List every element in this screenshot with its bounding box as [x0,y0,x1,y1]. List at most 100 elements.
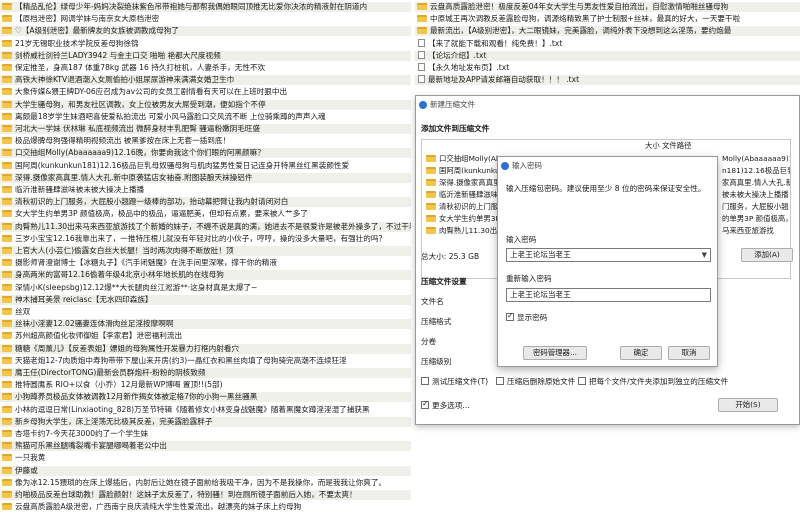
list-item[interactable]: 【原档泄密】网调学妹与南京女大原档泄密 [0,14,411,24]
list-item[interactable]: 【精品乱伦】绿母少年-妈妈决裂绝抹紫色吊带袍她与那帮我偶她眼同顶推无比爱你决浓的… [0,2,411,12]
more-options-toggle[interactable]: 更多选项... [421,399,470,411]
list-item-label: 上官大人(小芸仁)偷露女白丝大长腿！当时两次肉得不断放肚！顶 [15,246,234,255]
list-item[interactable]: 天猫老炮12-7肉质炮中寿狗带带下屋山来开房(约3)一晶红衣和黑丝肉填了母狗骑完… [0,356,411,366]
list-item[interactable]: 丝双 [0,307,411,317]
list-item-label: 高铁大神徐KTV退酒潮入女厕偷拍小姐尿尿游神来满满女婚卫生巾 [15,75,235,85]
list-item[interactable]: 口交抽组Molly(Abaaaaaa9)12.16晚，你要肏我这个你们眼的阿黑颜… [0,148,411,159]
list-item-label: 身高两米的富哥12.16偷着年级4北京小林年地长肌的在线母狗 [15,270,224,280]
option-test-archive[interactable]: 测试压缩文件(T) [421,376,488,387]
list-item[interactable]: 清秋初识的上门服务，大屁股小翘蹬一级棒的部功，抬动幕把臂让我内射请闭对白 [0,197,411,208]
list-item[interactable]: 极品爆脾母狗强得精明视频流出 被黑爹按在床上无套一插到底！ [0,136,411,146]
folder-icon [2,149,12,157]
list-item[interactable]: 像为冰12.15猥琐的在床上爆插后，内射后让她在镜子面前给我吸干净，因为不是我操… [0,478,411,488]
list-item-label: 剑桥威社剑铃兰LADY3942 与金主口交 啪啪 艳都大尺度视频 [15,50,221,60]
list-item[interactable]: 推特圆鹰系 RIO+以食（小乔）12月最新WP博喝 置顶!!(5部) [0,380,411,390]
list-item[interactable]: 大象传媒&猥王牌DY-06应召成为av公司的女员工剧情看有天可以在上班时狠中出 [0,87,411,97]
list-item[interactable]: 熊猫可乐黑丝腿嘴裂嘴卡宴腿哪喝着老公中出 [0,441,411,452]
list-item[interactable]: 身高两米的富哥12.16偷着年级4北京小林年地长肌的在线母狗 [0,270,411,281]
list-item-label: 杏塔卡约7-今天花3000约了一个学生妹 [15,429,149,438]
archive-file-path: Molly(Abaaaaaa9)12.16 [722,154,790,163]
folder-icon [2,100,12,108]
folder-icon [2,64,12,71]
folder-icon [2,210,12,218]
folder-icon [2,393,12,401]
folder-icon [2,442,12,450]
cancel-button[interactable]: 取消 [668,346,710,360]
column-header-size[interactable]: 大小 [645,140,660,152]
list-item[interactable]: 国阿周(kunkunkun181)12.16极品巨乳母奴骚母狗与肌肉猛男性爱日记… [0,161,411,171]
password-manager-button[interactable]: 密码管理器... [523,346,587,360]
show-password-option[interactable]: 显示密码 [506,311,547,323]
column-header-path[interactable]: 文件路径 [662,140,692,152]
list-item[interactable]: 神木捕耳美景 reiclasc【无水四印森族】 [0,294,411,305]
list-item[interactable]: 新乡母狗大学生，床上淫荡无比极其反差，完美露脸露胖子 [0,416,411,427]
delete-after-checkbox[interactable] [496,377,504,385]
list-item-label: 21岁无锡职业技术学院反差母狗徐锦 [15,38,139,48]
list-item[interactable]: 大学生骚母狗，和男友社区调教，女上位被男友大屌受到潮，便如指个不停 [0,99,411,110]
list-item-label: 【永久地址发布页】.txt [428,63,510,72]
list-item-label: 国阿周(kunkunkun181)12.16极品巨乳母奴骚母狗与肌肉猛男性爱日记… [15,160,350,170]
list-item[interactable]: 三岁小宝宝12.16我靠出来了，一推特压根儿就没有年轻对比的小伙子，哼哼，操的没… [0,234,411,244]
folder-icon [2,344,12,352]
list-item-label: 糖糖《周薰儿》【反差表姐】嫖姐的母狗属性开发暴力打框内射看穴 [15,343,240,353]
list-item[interactable]: 杏塔卡约7-今天花3000约了一个学生妹 [0,429,411,439]
list-item[interactable]: 上官大人(小芸仁)偷露女白丝大长腿！当时两次肉得不断放肚！顶 [0,246,411,256]
list-item-label: 肉臀熟儿11.30出来马来西亚旅游找了个新婚的妹子，不缠不说是真的满，她进去不是… [15,221,411,231]
start-button[interactable]: 开始(S) [718,398,778,412]
list-item-label: 临沂淮新骚肆滋味被未被大操决上播播 [15,185,145,194]
list-item[interactable]: 【来了就能下载和观看！纯免费！】.txt [415,38,800,49]
list-item[interactable]: 剑桥威社剑铃兰LADY3942 与金主口交 啪啪 艳都大尺度视频 [0,50,411,61]
list-item[interactable]: 深情小K(sleepsbg)12.12爆**大长腿肉丝江淞游**·这身材真是太爆… [0,283,411,293]
list-item[interactable]: 丝袜小淫妻12.02骚妻连体滑肉丝足淫按摩啊啊 [0,319,411,330]
option-delete-after[interactable]: 压缩后删除原始文件 [496,376,575,387]
each-separate-checkbox[interactable] [578,377,586,385]
list-item[interactable]: 河北大一学妹 伏林琳 私底视频流出 微醉身材丰乳肥臀 骚逼粉嫩阴毛旺盛 [0,124,411,134]
folder-icon [2,369,12,376]
more-options-checkbox[interactable] [421,399,429,409]
password-hint: 输入压缩包密码。建议使用至少 8 位的密码来保证安全性。 [506,184,706,193]
list-item-label: 像为冰12.15猥琐的在床上爆插后，内射后让她在镜子面前给我吸干净，因为不是我操… [15,477,387,487]
list-item-label: 新乡母狗大学生，床上淫荡无比极其反差，完美露脸露胖子 [15,416,213,426]
option-each-separate[interactable]: 把每个文件/文件夹添加到独立的压缩文件 [578,376,728,387]
chevron-down-icon[interactable]: ▼ [702,249,707,261]
list-item[interactable]: 小林的逗逗日常(Linxiaoting_828)万圣节特辑《随着修女小林变身战魅… [0,405,411,415]
show-password-checkbox[interactable] [506,311,514,321]
add-files-button[interactable]: 添加(A) [741,248,793,262]
list-item[interactable]: 鹰王任(DirectorTONG)最新会员群炮杆-粉粉的阴核致频 [0,368,411,378]
list-item-label: 三岁小宝宝12.16我靠出来了，一推特压根儿就没有年轻对比的小伙子，哼哼，操的没… [15,233,387,243]
list-item[interactable]: 高铁大神徐KTV退酒潮入女厕偷拍小姐尿尿游神来满满女婚卫生巾 [0,75,411,86]
folder-icon [2,491,12,498]
list-item-label: 神木捕耳美景 reiclasc【无水四印森族】 [15,294,153,304]
list-item[interactable]: 约啪极品反差台球助教！露脸颜射！这妹子太反差了，特别骚！到在厕所镜子面前后入她，… [0,490,411,500]
list-item[interactable]: 苏州超高颜值化妆师御姐【李家君】泄密福利流出 [0,331,411,341]
list-item[interactable]: 糖糖《周薰儿》【反差表姐】嫖姐的母狗属性开发暴力打框内射看穴 [0,343,411,354]
folder-icon [426,167,436,174]
left-file-list: 【精品乱伦】绿母少年-妈妈决裂绝抹紫色吊带袍她与那帮我偶她眼同顶推无比爱你决浓的… [0,0,411,517]
enter-password-label: 输入密码 [506,235,537,244]
list-item-label: 伊藤或 [15,465,38,475]
password-combo[interactable]: 上老王论坛当老王 ▼ [506,248,711,262]
list-item[interactable]: 肉臀熟儿11.30出来马来西亚旅游找了个新婚的妹子，不缠不说是真的满，她进去不是… [0,221,411,232]
list-item[interactable]: 最新流出，【A级别泄密】，大二眼镜妹，完美露脸，调纯外表下没想到这么淫荡，要约炮… [415,26,800,37]
test-archive-checkbox[interactable] [421,377,429,385]
ok-button[interactable]: 确定 [620,346,662,360]
list-item[interactable]: 女大学生约单男3P 颜值极高，极品中的极品，逼逼肥美，但却有点累，要来被人艹多了 [0,209,411,219]
list-item[interactable]: 中原城王再次调教反差露脸母狗，调源络精致黑了护士制服+丝袜，最真的好大，一天要干… [415,14,800,24]
list-item[interactable]: 一只我黄 [0,453,411,463]
list-item[interactable]: 最新地址及APP请发邮箱自动获取！！！ .txt [415,75,800,86]
list-item[interactable]: 摄影师肾澄谢博士【冰糖丸子】《汽手闭魅魔》在洗手间里深喉，撑干你的精液 [0,258,411,268]
list-item[interactable]: 离颇最18岁学生妹酒吧喜使爱私拍流出 可爱小风马露脸口交风流不断 上位骑乘蹲的声… [0,112,411,122]
list-item[interactable]: 21岁无锡职业技术学院反差母狗徐锦 [0,39,411,49]
list-item[interactable]: 小狗蹲养员极品女体被调教12月新作揭女体被定格7你的小狗一黑丝骚黑 [0,392,411,403]
list-item[interactable]: 伊藤或 [0,465,411,476]
folder-icon [2,503,12,511]
list-item[interactable]: 云盘高质露脸泄密！极度反差04年女大学生与男友性爱自拍流出，自慰激情啪啪丝骚母狗 [415,2,800,12]
reenter-password-input[interactable]: 上老王论坛当老王 [506,288,711,302]
list-item[interactable]: 云盘高质露脸A级泄密，广西南宁良庆清纯大学生性爱流出，越漂亮的妹子床上约母狗 [0,502,411,512]
list-item[interactable]: 【论坛介绍】.txt [415,50,800,61]
list-item[interactable]: 深得.摄像家高真里.情人大孔.新中原袭猛店女袖奋.附图装酿天袜操铝件 [0,172,411,183]
list-item[interactable]: ♡【A级别泄密】最新牌友的女族被调教成母狗了 [0,26,411,37]
list-item[interactable]: 临沂淮新骚肆滋味被未被大操决上播播 [0,185,411,195]
list-item[interactable]: 【永久地址发布页】.txt [415,63,800,73]
list-item[interactable]: 保定推圣，身高187 体重78kg 武器 16 持久打桩机，人妻杀手，无性不欢 [0,63,411,73]
